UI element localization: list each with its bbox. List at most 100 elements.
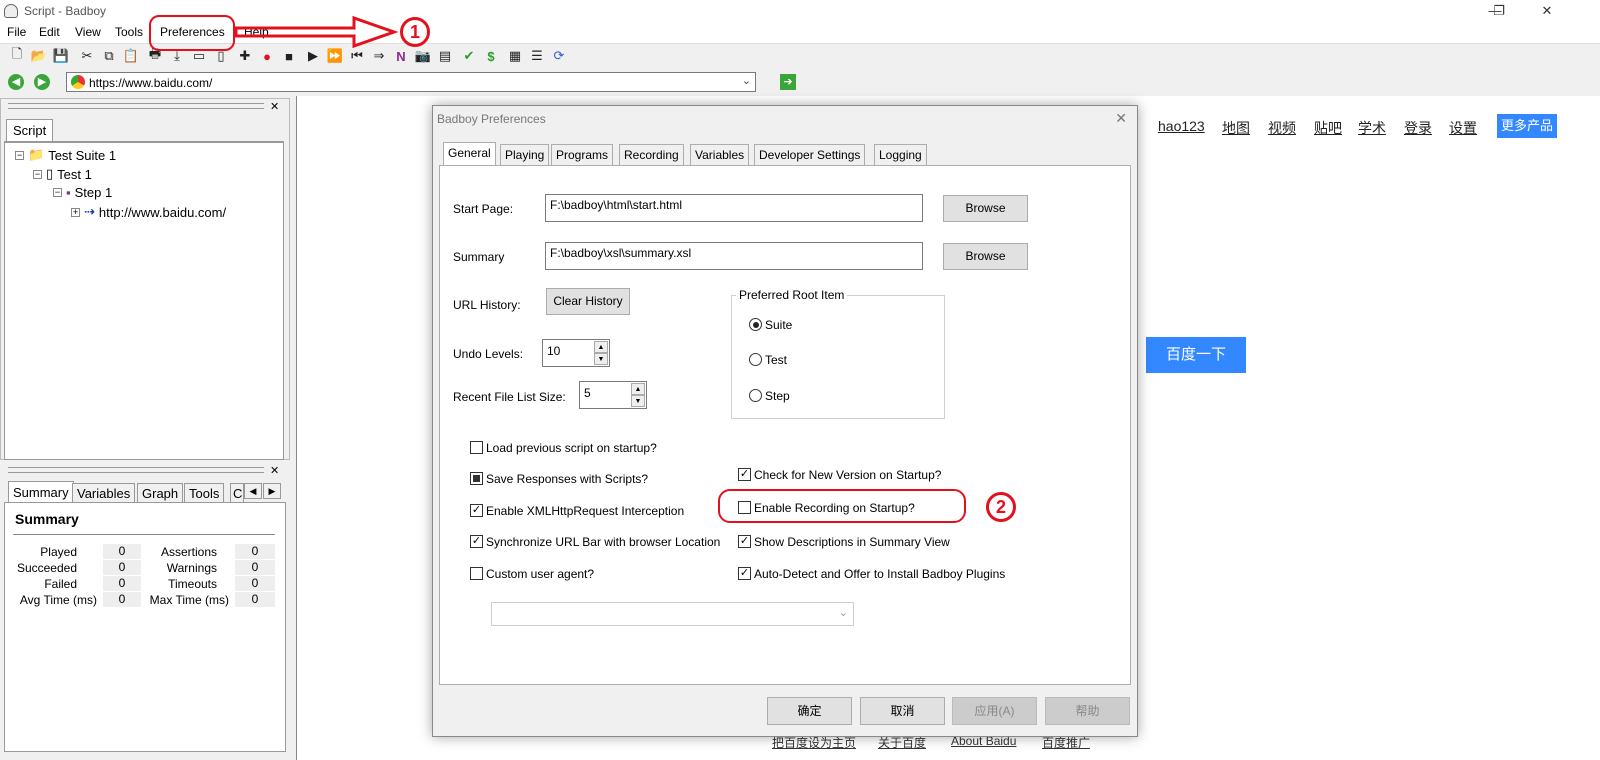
record-icon[interactable]: ●	[258, 47, 276, 65]
list-icon[interactable]: ☰	[528, 47, 546, 65]
browse-start-page-button[interactable]: Browse	[943, 195, 1028, 222]
sync-url-checkbox[interactable]: ✓	[470, 535, 483, 548]
tab-tools[interactable]: Tools	[184, 483, 225, 503]
open-folder-icon[interactable]: 📂	[30, 47, 48, 65]
close-panel-icon[interactable]: ✕	[270, 100, 279, 113]
tab-overflow[interactable]: C	[230, 483, 244, 503]
tree-item-request[interactable]: + ⇢ http://www.baidu.com/	[71, 204, 226, 220]
rewind-icon[interactable]: ⏮	[348, 47, 366, 65]
tab-variables[interactable]: Variables	[690, 144, 750, 166]
copy-icon[interactable]: ⧉	[100, 47, 118, 65]
undo-levels-spinner[interactable]: 10 ▲ ▼	[542, 339, 610, 367]
n-icon[interactable]: N	[392, 47, 410, 65]
tab-scroll-left-icon[interactable]: ◀	[244, 483, 262, 499]
go-arrow-icon[interactable]: ➔	[780, 74, 796, 90]
tab-summary[interactable]: Summary	[8, 481, 74, 503]
menu-edit[interactable]: Edit	[39, 25, 60, 39]
chevron-down-icon[interactable]: ⌄	[742, 74, 751, 87]
load-previous-checkbox[interactable]	[470, 441, 483, 454]
radio-test[interactable]	[749, 353, 762, 366]
help-button[interactable]: 帮助	[1045, 697, 1130, 725]
collapse-icon[interactable]: −	[33, 169, 42, 179]
check-version-checkbox[interactable]: ✓	[738, 468, 751, 481]
paste-icon[interactable]: 📋	[122, 47, 140, 65]
camera-icon[interactable]: 📷	[414, 47, 432, 65]
auto-detect-checkbox[interactable]: ✓	[738, 567, 751, 580]
clear-history-button[interactable]: Clear History	[546, 288, 630, 315]
apply-button[interactable]: 应用(A)	[952, 697, 1037, 725]
baidu-more-products-button[interactable]: 更多产品	[1497, 114, 1557, 138]
calculator-icon[interactable]: ▦	[506, 47, 524, 65]
menu-tools[interactable]: Tools	[115, 25, 143, 39]
tree-item-step[interactable]: − ▪ Step 1	[53, 185, 112, 200]
variable-dollar-icon[interactable]: $	[482, 47, 500, 65]
radio-step[interactable]	[749, 389, 762, 402]
chevron-down-icon[interactable]: ⌄	[839, 606, 848, 619]
spin-down-icon[interactable]: ▼	[594, 353, 608, 365]
collapse-icon[interactable]: −	[15, 150, 24, 160]
assertion-check-icon[interactable]: ✔	[460, 47, 478, 65]
baidu-link-video[interactable]: 视频	[1268, 118, 1296, 138]
restore-button[interactable]: ❐	[1476, 0, 1522, 22]
spin-down-icon[interactable]: ▼	[631, 395, 645, 407]
baidu-link-xueshu[interactable]: 学术	[1358, 118, 1386, 138]
back-icon[interactable]: ◀	[8, 74, 24, 90]
tab-programs[interactable]: Programs	[551, 144, 614, 166]
refresh-icon[interactable]: ⟳	[550, 47, 568, 65]
baidu-link-map[interactable]: 地图	[1222, 118, 1250, 138]
cut-icon[interactable]: ✂	[78, 47, 96, 65]
enable-xhr-checkbox[interactable]: ✓	[470, 504, 483, 517]
tab-general[interactable]: General	[443, 142, 496, 166]
play-all-icon[interactable]: ⏩	[326, 47, 344, 65]
forward-icon[interactable]: ▶	[34, 74, 50, 90]
close-window-button[interactable]: ✕	[1524, 0, 1570, 22]
baidu-link-login[interactable]: 登录	[1404, 118, 1432, 138]
baidu-link-hao123[interactable]: hao123	[1158, 118, 1205, 134]
baidu-link-settings[interactable]: 设置	[1449, 118, 1477, 138]
start-page-input[interactable]: F:\badboy\html\start.html	[545, 194, 923, 222]
browse-summary-button[interactable]: Browse	[943, 243, 1028, 270]
ok-button[interactable]: 确定	[767, 697, 852, 725]
close-icon[interactable]: ✕	[1115, 110, 1127, 127]
panel-grip[interactable]	[8, 467, 264, 473]
recent-files-spinner[interactable]: 5 ▲ ▼	[579, 381, 647, 409]
panel-grip[interactable]	[8, 103, 264, 109]
url-input[interactable]: https://www.baidu.com/ ⌄	[66, 72, 756, 92]
save-responses-label: Save Responses with Scripts?	[486, 472, 649, 486]
tree-item-suite[interactable]: − 📁 Test Suite 1	[15, 147, 116, 163]
spin-up-icon[interactable]: ▲	[594, 341, 608, 353]
custom-agent-checkbox[interactable]	[470, 567, 483, 580]
form-icon[interactable]: ▤	[436, 47, 454, 65]
preferences-dialog: Badboy Preferences ✕ General Playing Pro…	[432, 105, 1138, 737]
summary-panel: Summary Played 0 Succeeded 0 Failed 0 Av…	[4, 502, 286, 752]
expand-icon[interactable]: +	[71, 207, 80, 217]
add-step-icon[interactable]: ✚	[236, 47, 254, 65]
tab-scroll-right-icon[interactable]: ▶	[263, 483, 281, 499]
navigate-icon[interactable]: ⇒	[370, 47, 388, 65]
cancel-button[interactable]: 取消	[860, 697, 945, 725]
summary-input[interactable]: F:\badboy\xsl\summary.xsl	[545, 242, 923, 270]
stop-icon[interactable]: ■	[280, 47, 298, 65]
user-agent-select[interactable]: ⌄	[491, 602, 854, 626]
tab-graph[interactable]: Graph	[137, 483, 184, 503]
tab-logging[interactable]: Logging	[874, 144, 927, 166]
tab-developer-settings[interactable]: Developer Settings	[754, 144, 866, 166]
baidu-search-button[interactable]: 百度一下	[1146, 337, 1246, 373]
radio-suite[interactable]	[749, 318, 762, 331]
tab-variables[interactable]: Variables	[72, 483, 136, 503]
menu-view[interactable]: View	[75, 25, 101, 39]
tab-script[interactable]: Script	[6, 119, 54, 141]
save-responses-checkbox[interactable]	[470, 472, 483, 485]
tab-recording[interactable]: Recording	[619, 144, 684, 166]
new-file-icon[interactable]: 🗋	[8, 46, 26, 65]
show-descriptions-checkbox[interactable]: ✓	[738, 535, 751, 548]
menu-file[interactable]: File	[7, 25, 26, 39]
baidu-link-tieba[interactable]: 贴吧	[1314, 118, 1342, 138]
play-icon[interactable]: ▶	[304, 47, 322, 65]
tab-playing[interactable]: Playing	[500, 144, 550, 166]
save-icon[interactable]: 💾	[52, 47, 70, 65]
tree-item-test[interactable]: − ▯ Test 1	[33, 166, 92, 182]
close-panel-icon[interactable]: ✕	[270, 464, 279, 477]
spin-up-icon[interactable]: ▲	[631, 383, 645, 395]
collapse-icon[interactable]: −	[53, 188, 62, 197]
